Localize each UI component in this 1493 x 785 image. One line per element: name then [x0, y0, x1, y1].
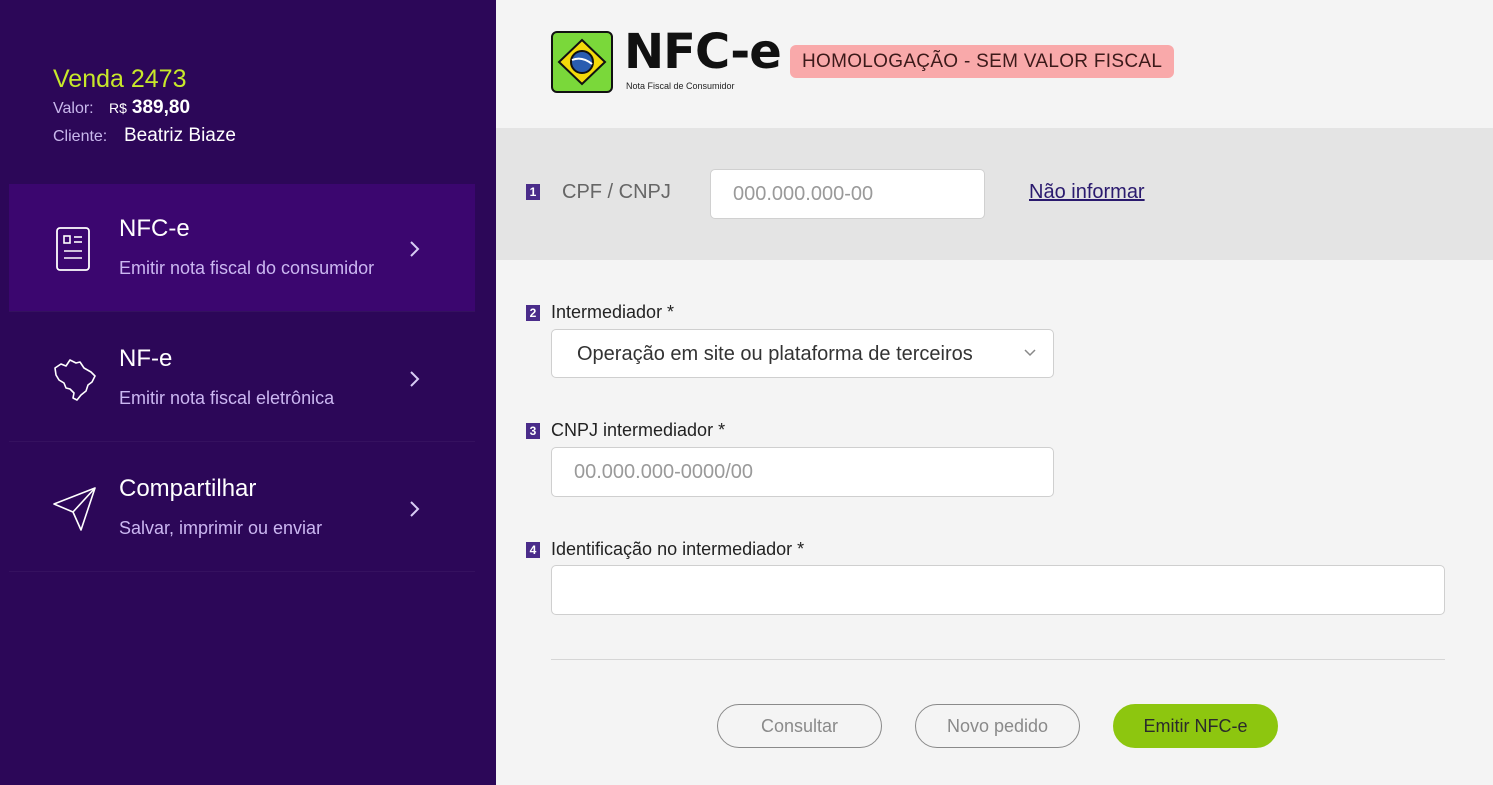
- cpf-input[interactable]: [710, 169, 985, 219]
- cpf-section: 1 CPF / CNPJ Não informar: [496, 128, 1493, 260]
- menu-item-compartilhar[interactable]: Compartilhar Salvar, imprimir ou enviar: [9, 444, 475, 572]
- chevron-right-icon: [410, 501, 420, 517]
- sale-amount: 389,80: [131, 97, 191, 118]
- sale-client-row: Cliente: Beatriz Biaze: [53, 125, 236, 153]
- chevron-down-icon: [1024, 349, 1036, 357]
- cpf-label: CPF / CNPJ: [562, 181, 671, 203]
- step-badge: 3: [526, 423, 540, 439]
- chevron-right-icon: [410, 241, 420, 257]
- logo-text: NFC-e: [624, 24, 782, 80]
- brazil-flag-icon: [557, 38, 607, 86]
- menu-item-title: NF-e: [119, 345, 173, 372]
- sale-currency: R$: [109, 100, 127, 116]
- chevron-right-icon: [410, 371, 420, 387]
- receipt-icon: [56, 227, 90, 271]
- intermediador-label: Intermediador *: [551, 302, 675, 322]
- menu-item-subtitle: Salvar, imprimir ou enviar: [119, 518, 323, 538]
- consultar-button[interactable]: Consultar: [717, 704, 882, 748]
- sale-client-label: Cliente:: [53, 128, 108, 145]
- sale-title: Venda 2473: [53, 65, 187, 93]
- sidebar: Venda 2473 Valor: R$ 389,80 Cliente: Bea…: [0, 0, 496, 785]
- sale-summary: Venda 2473 Valor: R$ 389,80 Cliente: Bea…: [53, 64, 236, 153]
- step-badge: 4: [526, 542, 540, 558]
- identificacao-input[interactable]: [551, 565, 1445, 615]
- menu-item-nfe[interactable]: NF-e Emitir nota fiscal eletrônica: [9, 314, 475, 442]
- menu-item-subtitle: Emitir nota fiscal do consumidor: [119, 258, 375, 278]
- step-badge: 1: [526, 184, 540, 200]
- logo-subtitle: Nota Fiscal de Consumidor: [626, 81, 735, 91]
- intermediador-selected-value: Operação em site ou plataforma de tercei…: [577, 343, 973, 365]
- menu-item-nfce[interactable]: NFC-e Emitir nota fiscal do consumidor: [9, 184, 475, 312]
- environment-badge: HOMOLOGAÇÃO - SEM VALOR FISCAL: [790, 45, 1175, 78]
- nao-informar-link[interactable]: Não informar: [1029, 181, 1145, 204]
- sale-client-name: Beatriz Biaze: [124, 125, 236, 146]
- emitir-nfce-button[interactable]: Emitir NFC-e: [1113, 704, 1278, 748]
- divider: [551, 659, 1445, 660]
- nfce-logo-icon: [551, 31, 613, 93]
- brazil-map-icon: [54, 359, 96, 401]
- menu-item-subtitle: Emitir nota fiscal eletrônica: [119, 388, 335, 408]
- intermediador-select[interactable]: Operação em site ou plataforma de tercei…: [551, 329, 1054, 378]
- step-badge: 2: [526, 305, 540, 321]
- cnpj-intermediador-input[interactable]: [551, 447, 1054, 497]
- cnpj-intermediador-label: CNPJ intermediador *: [551, 420, 726, 440]
- menu-item-title: NFC-e: [119, 215, 190, 242]
- menu-item-title: Compartilhar: [119, 475, 257, 502]
- novo-pedido-button[interactable]: Novo pedido: [915, 704, 1080, 748]
- sale-value-label: Valor:: [53, 100, 94, 117]
- identificacao-label: Identificação no intermediador *: [551, 539, 805, 559]
- header: NFC-e Nota Fiscal de Consumidor HOMOLOGA…: [496, 0, 1493, 128]
- sale-value-row: Valor: R$ 389,80: [53, 97, 236, 125]
- send-icon: [53, 487, 96, 531]
